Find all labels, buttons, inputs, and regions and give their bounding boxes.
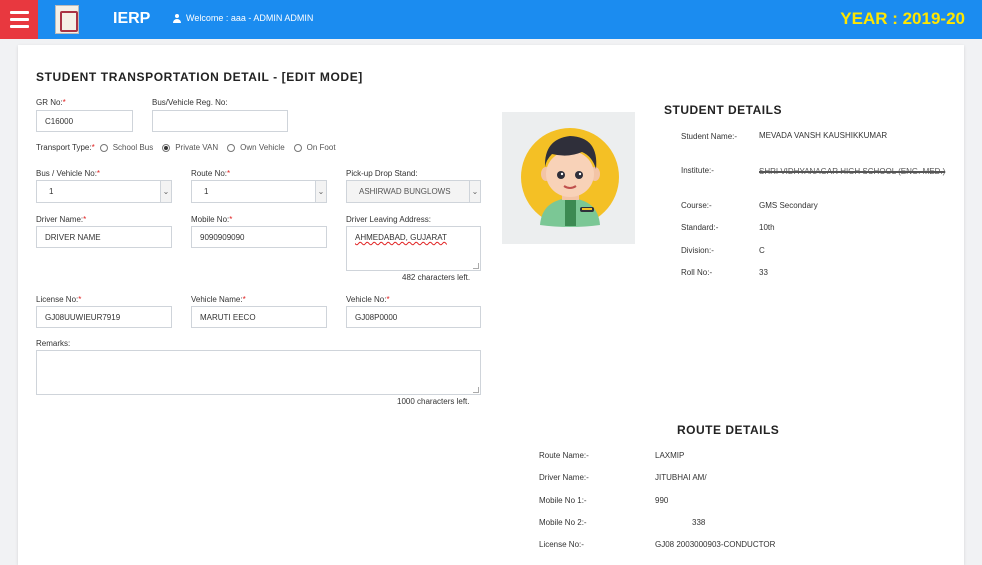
route-license-value: GJ08 2003000903-CONDUCTOR bbox=[655, 540, 776, 549]
radio-private-van[interactable]: Private VAN bbox=[162, 143, 218, 152]
driver-name-label: Driver Name:* bbox=[36, 215, 87, 224]
student-name-label: Student Name:- bbox=[681, 132, 738, 141]
gr-no-label: GR No:* bbox=[36, 98, 66, 107]
roll-no-label: Roll No:- bbox=[681, 268, 713, 277]
route-license-label: License No:- bbox=[539, 540, 584, 549]
roll-no-value: 33 bbox=[759, 268, 768, 277]
bus-reg-input[interactable] bbox=[152, 110, 288, 132]
driver-name-input[interactable]: DRIVER NAME bbox=[36, 226, 172, 248]
radio-own-vehicle[interactable]: Own Vehicle bbox=[227, 143, 285, 152]
academic-year: YEAR : 2019-20 bbox=[840, 9, 965, 28]
app-name[interactable]: IERP bbox=[113, 10, 150, 28]
license-no-input[interactable]: GJ08UUWIEUR7919 bbox=[36, 306, 172, 328]
chevron-down-icon: ⌄ bbox=[160, 181, 171, 202]
student-avatar-icon bbox=[521, 128, 619, 227]
standard-value: 10th bbox=[759, 223, 775, 232]
division-value: C bbox=[759, 246, 765, 255]
vehicle-no-input[interactable]: GJ08P0000 bbox=[346, 306, 481, 328]
remarks-label: Remarks: bbox=[36, 339, 71, 348]
route-driver-name-value: JITUBHAI AM/ bbox=[655, 473, 707, 482]
standard-label: Standard:- bbox=[681, 223, 719, 232]
route-driver-name-label: Driver Name:- bbox=[539, 473, 589, 482]
bus-vehicle-no-select[interactable]: 1 ⌄ bbox=[36, 180, 172, 203]
hamburger-menu-icon[interactable] bbox=[0, 0, 38, 39]
gr-no-input[interactable]: C16000 bbox=[36, 110, 133, 132]
institute-value: SHRI VIDHYANAGAR HIGH SCHOOL (ENG. MED.) bbox=[759, 167, 946, 176]
remarks-char-counter: 1000 characters left. bbox=[397, 397, 470, 406]
route-no-select[interactable]: 1 ⌄ bbox=[191, 180, 327, 203]
driver-address-textarea[interactable]: AHMEDABAD, GUJARAT bbox=[346, 226, 481, 271]
transport-type-label: Transport Type:* bbox=[36, 143, 95, 152]
radio-school-bus[interactable]: School Bus bbox=[99, 143, 153, 152]
resize-grip-icon[interactable] bbox=[473, 263, 479, 269]
bus-reg-label: Bus/Vehicle Reg. No: bbox=[152, 98, 228, 107]
vehicle-name-input[interactable]: MARUTI EECO bbox=[191, 306, 327, 328]
page-title: STUDENT TRANSPORTATION DETAIL - [EDIT MO… bbox=[36, 70, 363, 84]
user-icon bbox=[173, 13, 181, 23]
welcome-text: Welcome : aaa - ADMIN ADMIN bbox=[173, 13, 313, 23]
division-label: Division:- bbox=[681, 246, 714, 255]
route-name-value: LAXMIP bbox=[655, 451, 685, 460]
student-details-title: STUDENT DETAILS bbox=[664, 103, 782, 117]
bus-vehicle-no-label: Bus / Vehicle No:* bbox=[36, 169, 101, 178]
mobile-2-value: 338 bbox=[692, 518, 706, 527]
mobile-no-label: Mobile No:* bbox=[191, 215, 233, 224]
radio-on-foot[interactable]: On Foot bbox=[293, 143, 336, 152]
mobile-2-label: Mobile No 2:- bbox=[539, 518, 587, 527]
mobile-1-label: Mobile No 1:- bbox=[539, 496, 587, 505]
remarks-textarea[interactable] bbox=[36, 350, 481, 395]
chevron-down-icon: ⌄ bbox=[315, 181, 326, 202]
top-bar: IERP Welcome : aaa - ADMIN ADMIN YEAR : … bbox=[0, 0, 982, 39]
course-label: Course:- bbox=[681, 201, 712, 210]
transport-detail-card: STUDENT TRANSPORTATION DETAIL - [EDIT MO… bbox=[18, 45, 964, 565]
license-no-label: License No:* bbox=[36, 295, 82, 304]
chevron-down-icon: ⌄ bbox=[469, 181, 480, 202]
pickup-drop-label: Pick-up Drop Stand: bbox=[346, 169, 418, 178]
vehicle-no-label: Vehicle No:* bbox=[346, 295, 390, 304]
route-no-label: Route No:* bbox=[191, 169, 231, 178]
route-name-label: Route Name:- bbox=[539, 451, 589, 460]
resize-grip-icon[interactable] bbox=[473, 387, 479, 393]
driver-address-label: Driver Leaving Address: bbox=[346, 215, 431, 224]
student-name-value: MEVADA VANSH KAUSHIKKUMAR bbox=[759, 131, 888, 140]
mobile-no-input[interactable]: 9090909090 bbox=[191, 226, 327, 248]
course-value: GMS Secondary bbox=[759, 201, 818, 210]
institute-label: Institute:- bbox=[681, 166, 714, 175]
school-logo bbox=[55, 5, 79, 34]
welcome-label: Welcome : aaa - ADMIN ADMIN bbox=[186, 13, 314, 23]
vehicle-name-label: Vehicle Name:* bbox=[191, 295, 246, 304]
pickup-drop-select[interactable]: ASHIRWAD BUNGLOWS ⌄ bbox=[346, 180, 481, 203]
route-details-title: ROUTE DETAILS bbox=[677, 423, 780, 437]
student-photo bbox=[502, 112, 635, 244]
mobile-1-value: 990 bbox=[655, 496, 669, 505]
address-char-counter: 482 characters left. bbox=[402, 273, 471, 282]
transport-type-group: Transport Type:* School Bus Private VAN … bbox=[36, 143, 340, 152]
